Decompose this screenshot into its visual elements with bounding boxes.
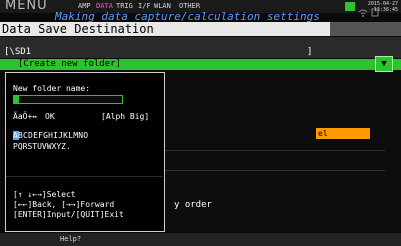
status-green-icon [345,2,355,11]
help-button[interactable]: Help? [60,235,81,243]
background-divider [165,150,385,151]
text-cursor [14,96,19,103]
alphabet-mode-label[interactable]: [Alph Big] [101,112,149,121]
save-path-close: ] [307,47,313,57]
background-order-text: y order [174,200,212,210]
background-selected-item: el [316,128,370,139]
datetime: 2015-04-27 13:36:45 [368,1,398,13]
page-title: Data Save Destination [0,22,330,36]
time-text: 13:36:45 [373,7,398,13]
help-enter-quit: [ENTER]Input/[QUIT]Exit [13,210,124,219]
help-select: [↑ ↓←→]Select [13,190,76,199]
title-bar-fill [330,22,401,36]
ok-button[interactable]: OK [45,112,55,121]
input-mode-icon[interactable]: ÃaÖ+↔ [13,112,37,121]
screen-subtitle: Making data capture/calculation settings [55,10,320,23]
char-row-2[interactable]: PQRSTUVWXYZ. [13,142,71,151]
dropdown-button[interactable]: ▼ [375,56,393,72]
help-back-forward: [←←]Back, [→→]Forward [13,200,115,209]
char-row-1[interactable]: ABCDEFGHIJKLMNO [13,131,88,140]
menu-label[interactable]: MENU [5,0,48,13]
background-divider-2 [165,170,385,171]
save-path-text: [\SD1 [4,47,32,57]
dialog-separator [6,176,163,177]
new-folder-name-input[interactable] [13,95,123,104]
wifi-icon [358,2,368,17]
create-folder-label[interactable]: [Create new folder] [18,59,121,70]
path-row [0,37,401,58]
new-folder-label: New folder name: [13,84,91,93]
